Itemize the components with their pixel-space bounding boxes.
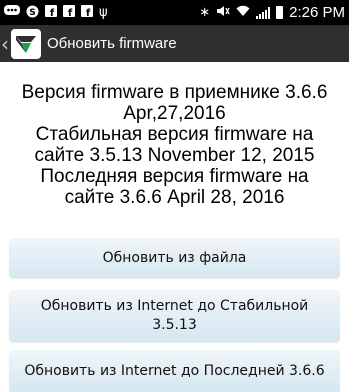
facebook-icon: f bbox=[81, 5, 93, 20]
clock: 2:26 PM bbox=[289, 4, 345, 21]
update-from-file-button[interactable]: Обновить из файла bbox=[9, 238, 340, 278]
update-latest-label: Обновить из Internet до Последней 3.6.6 bbox=[24, 362, 325, 379]
update-latest-button[interactable]: Обновить из Internet до Последней 3.6.6 bbox=[9, 350, 340, 392]
update-stable-button[interactable]: Обновить из Internet до Стабильной 3.5.1… bbox=[9, 290, 340, 342]
update-stable-label: Обновить из Internet до Стабильной 3.5.1… bbox=[41, 297, 309, 335]
page-title: Обновить firmware bbox=[47, 35, 177, 52]
latest-version-text: сайте 3.6.6 April 28, 2016 bbox=[64, 187, 285, 208]
stable-version-label: Стабильная версия firmware на bbox=[35, 124, 314, 145]
svg-text:S: S bbox=[29, 8, 35, 18]
skype-icon: S bbox=[26, 5, 39, 21]
stable-version-text: сайте 3.5.13 November 12, 2015 bbox=[34, 145, 315, 166]
notification-icons: S f f f ψ bbox=[4, 5, 108, 21]
update-stable-label-line2: 3.5.13 bbox=[152, 317, 197, 333]
svg-text:f: f bbox=[68, 8, 73, 17]
svg-text:f: f bbox=[86, 8, 91, 17]
update-from-file-label: Обновить из файла bbox=[102, 249, 247, 266]
facebook-icon: f bbox=[45, 5, 57, 20]
bluetooth-icon: ∗ bbox=[199, 5, 211, 20]
svg-text:f: f bbox=[50, 8, 55, 17]
latest-version-label: Последняя версия firmware на bbox=[40, 166, 309, 187]
update-stable-label-line1: Обновить из Internet до Стабильной bbox=[40, 298, 309, 314]
message-icon bbox=[4, 5, 20, 20]
app-logo-icon[interactable] bbox=[11, 28, 41, 59]
system-icons: ∗ 2:26 PM bbox=[199, 4, 345, 21]
battery-icon bbox=[276, 6, 284, 19]
back-chevron-icon[interactable]: ‹ bbox=[1, 32, 11, 56]
receiver-version-text: Версия firmware в приемнике 3.6.6 bbox=[21, 82, 328, 103]
usb-icon: ψ bbox=[99, 5, 108, 20]
mute-icon bbox=[216, 5, 230, 20]
firmware-info: Версия firmware в приемнике 3.6.6 Apr,27… bbox=[0, 82, 349, 208]
status-bar: S f f f ψ ∗ 2:26 PM bbox=[0, 0, 349, 25]
facebook-icon: f bbox=[63, 5, 75, 20]
receiver-version-date: Apr,27,2016 bbox=[123, 103, 226, 124]
wifi-icon bbox=[236, 5, 250, 20]
action-bar: ‹ Обновить firmware bbox=[0, 25, 349, 62]
signal-icon bbox=[256, 6, 271, 19]
